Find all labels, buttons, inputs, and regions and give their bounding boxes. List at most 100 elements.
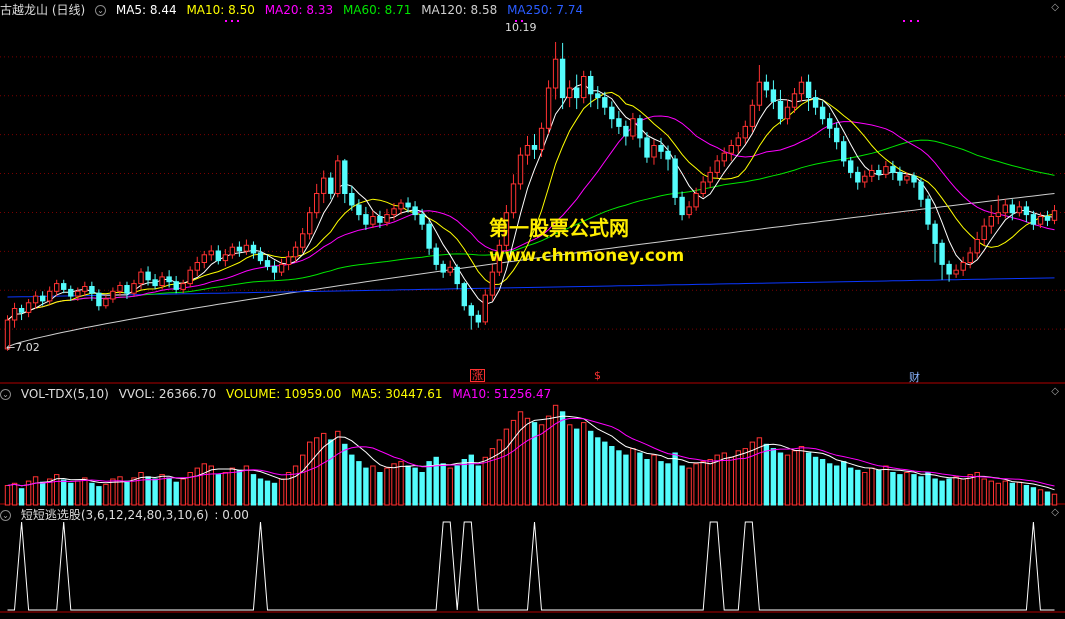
candle-body (138, 271, 144, 285)
volume-bar (342, 443, 348, 506)
candle-body (440, 263, 446, 273)
volume-bar (4, 485, 11, 506)
volume-bar (559, 411, 566, 506)
candle-body (180, 283, 186, 290)
volume-bar (595, 437, 601, 506)
stock-title[interactable]: 古越龙山 (日线) (0, 3, 85, 17)
volume-bar (538, 424, 545, 506)
indicator-name[interactable]: 短短逃选股(3,6,12,24,80,3,10,6) (21, 508, 209, 522)
candle-body (222, 254, 229, 262)
candle-body (876, 170, 882, 175)
settings-circle-icon[interactable]: ⌄ (95, 5, 107, 16)
panel-toggle-icon[interactable]: ◇ (1051, 2, 1059, 13)
volume-label: VOLUME: 10959.00 (225, 387, 342, 401)
volume-bar (588, 430, 594, 506)
volume-bar (805, 452, 812, 506)
candle-body (658, 145, 664, 152)
candle-body (356, 204, 362, 216)
candle-body (131, 283, 137, 294)
volume-bar (876, 469, 882, 506)
ma10-label: MA10: 8.50 (186, 3, 255, 17)
volume-bar (194, 467, 201, 506)
signal-dot (237, 20, 239, 22)
vol-indicator-name[interactable]: VOL-TDX(5,10) (21, 387, 109, 401)
signal-dot (903, 20, 905, 22)
candle-body (735, 137, 741, 147)
candle-body (1023, 206, 1030, 216)
ma120-label: MA120: 8.58 (421, 3, 498, 17)
candle-body (714, 160, 720, 173)
volume-bar (855, 469, 861, 506)
candle-body (489, 271, 496, 296)
volume-bar (967, 474, 973, 506)
volume-bar (1037, 489, 1044, 506)
volume-bar (693, 463, 699, 506)
candle-body (117, 285, 123, 292)
volume-bar (946, 478, 952, 506)
signal-line (7, 521, 1055, 611)
candle-body (862, 175, 868, 183)
volume-bar (819, 459, 826, 506)
volume-bar (890, 472, 896, 506)
candle-body (96, 292, 102, 307)
ma60-label: MA60: 8.71 (342, 3, 412, 17)
volume-bar (82, 477, 88, 506)
panel-toggle-icon[interactable]: ◇ (1051, 386, 1059, 397)
volume-bar (1016, 481, 1023, 506)
candle-body (630, 118, 636, 137)
candle-body (602, 97, 608, 108)
signal-dot (231, 20, 233, 22)
volume-bar (883, 465, 889, 506)
candle-body (538, 127, 545, 150)
candle-body (18, 308, 25, 313)
candle-body (342, 160, 348, 194)
volume-bar (749, 441, 756, 506)
volume-bar (939, 480, 945, 506)
event-marker-dollar[interactable]: $ (594, 369, 601, 382)
volume-bar (440, 463, 446, 506)
volume-bar (510, 419, 517, 506)
candle-body (328, 177, 334, 194)
volume-bar (131, 477, 137, 506)
candle-body (187, 269, 193, 285)
volume-bar (447, 467, 453, 506)
volume-bar (419, 472, 425, 506)
ma5-label: MA5: 8.44 (115, 3, 177, 17)
volume-bar (616, 450, 622, 506)
volume-bar (1009, 482, 1015, 506)
candle-body (672, 158, 678, 198)
kline-chart-svg[interactable] (0, 0, 1065, 616)
volume-bar (496, 439, 503, 506)
volume-bar (904, 472, 910, 506)
ma20-label: MA20: 8.33 (264, 3, 334, 17)
volume-bar (798, 446, 805, 506)
candle-body (988, 216, 994, 227)
candle-body (405, 202, 411, 208)
volume-bar (335, 430, 341, 506)
volume-bar (503, 428, 510, 506)
candle-body (728, 145, 734, 154)
candle-body (61, 283, 67, 290)
event-marker-zhang[interactable]: 涨 (470, 369, 485, 382)
candle-body (883, 166, 889, 175)
candle-body (981, 225, 987, 241)
volume-bar (454, 465, 460, 506)
volume-bar (777, 452, 784, 506)
candle-body (475, 314, 482, 323)
volume-bar (103, 483, 109, 506)
panel-toggle-icon[interactable]: ◇ (1051, 507, 1059, 518)
candle-body (869, 170, 875, 177)
candle-body (770, 89, 777, 102)
volume-bar (68, 482, 74, 506)
candle-body (939, 242, 945, 265)
candle-body (1002, 204, 1008, 214)
candle-body (173, 281, 179, 290)
volume-bar (763, 443, 770, 506)
candle-body (637, 118, 643, 139)
volume-bar (461, 459, 468, 506)
event-marker-cai[interactable]: 财 (909, 369, 920, 385)
settings-circle-icon[interactable]: ⌄ (0, 510, 11, 521)
volume-bar (40, 481, 46, 506)
settings-circle-icon[interactable]: ⌄ (0, 389, 11, 400)
candle-body (707, 171, 713, 183)
